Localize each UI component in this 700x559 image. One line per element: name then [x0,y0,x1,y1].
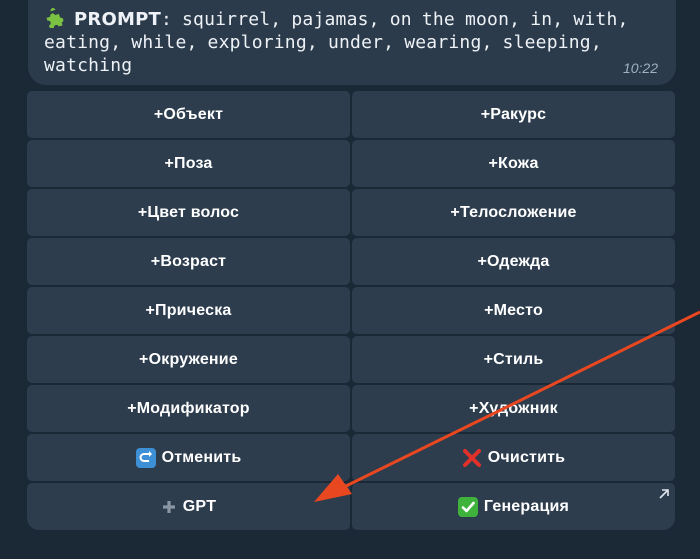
add-body-type-button[interactable]: +Телосложение [352,189,675,236]
button-label: +Ракурс [480,105,547,123]
undo-arrow-icon [135,447,156,468]
add-clothing-button[interactable]: +Одежда [352,238,675,285]
bot-message-bubble: PROMPT: squirrel, pajamas, on the moon, … [28,0,676,85]
button-label: +Прическа [145,301,232,319]
telegram-chat-screen: PROMPT: squirrel, pajamas, on the moon, … [0,0,700,559]
button-label: Очистить [487,448,566,466]
button-label: +Цвет волос [137,203,240,221]
button-label: +Поза [164,154,213,172]
puzzle-piece-icon [44,8,68,30]
button-label: +Кожа [488,154,539,172]
add-place-button[interactable]: +Место [352,287,675,334]
button-label: Генерация [483,497,570,515]
button-label: Отменить [161,448,242,466]
button-label: +Место [484,301,543,319]
add-age-button[interactable]: +Возраст [27,238,350,285]
button-label: GPT [182,497,217,515]
gpt-button[interactable]: GPT [27,483,350,530]
button-label: +Объект [153,105,224,123]
undo-button[interactable]: Отменить [27,434,350,481]
clear-button[interactable]: Очистить [352,434,675,481]
plus-icon [161,499,177,515]
red-cross-icon [462,448,482,468]
button-label: +Окружение [139,350,238,368]
check-mark-icon [457,496,478,517]
add-pose-button[interactable]: +Поза [27,140,350,187]
add-skin-button[interactable]: +Кожа [352,140,675,187]
button-label: +Модификатор [127,399,250,417]
message-lead: PROMPT [74,9,161,30]
add-object-button[interactable]: +Объект [27,91,350,138]
button-label: +Художник [469,399,558,417]
inline-keyboard: +Объект +Ракурс +Поза +Кожа +Цвет волос … [27,91,675,530]
open-link-arrow-icon [658,487,670,499]
add-angle-button[interactable]: +Ракурс [352,91,675,138]
button-label: +Стиль [483,350,544,368]
add-style-button[interactable]: +Стиль [352,336,675,383]
add-hairstyle-button[interactable]: +Прическа [27,287,350,334]
button-label: +Одежда [477,252,550,270]
generate-button[interactable]: Генерация [352,483,675,530]
add-modifier-button[interactable]: +Модификатор [27,385,350,432]
button-label: +Телосложение [450,203,577,221]
add-environment-button[interactable]: +Окружение [27,336,350,383]
message-text: PROMPT: squirrel, pajamas, on the moon, … [44,8,662,77]
message-timestamp: 10:22 [622,60,658,76]
button-label: +Возраст [150,252,227,270]
add-hair-color-button[interactable]: +Цвет волос [27,189,350,236]
add-artist-button[interactable]: +Художник [352,385,675,432]
